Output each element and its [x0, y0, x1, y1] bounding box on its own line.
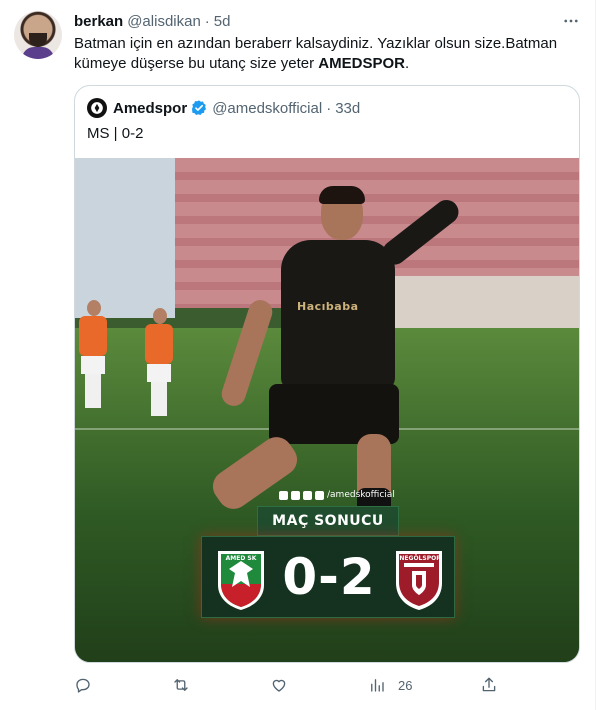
tweet-time[interactable]: 5d: [214, 13, 231, 30]
banner-title: MAÇ SONUCU: [257, 506, 399, 536]
inegolspor-crest-icon: İNEGÖLSPOR: [392, 547, 446, 611]
quote-author-handle[interactable]: @amedskofficial: [212, 100, 322, 117]
avatar-beard: [29, 33, 47, 47]
tweet-header: berkan @alisdikan · 5d: [74, 12, 230, 30]
player-jersey: [281, 240, 395, 390]
player-arm-left: [218, 296, 276, 410]
stadium-tunnel: [75, 158, 175, 318]
background-player: [145, 306, 173, 416]
quoted-tweet[interactable]: Amedspor @amedskofficial · 33d MS | 0-2: [74, 85, 580, 663]
share-button[interactable]: [480, 674, 498, 696]
quote-separator: ·: [326, 99, 332, 117]
socials-handle: /amedskofficial: [327, 490, 395, 500]
more-icon[interactable]: [561, 11, 581, 31]
background-player: [79, 298, 107, 408]
like-icon: [272, 679, 286, 692]
score-box: AMED SK 0-2 İNEGÖLSPOR: [201, 536, 455, 618]
match-result-banner: /amedskofficial MAÇ SONUCU AMED SK 0-2 İ…: [201, 488, 455, 628]
avatar-shirt: [22, 47, 54, 59]
quote-header: Amedspor @amedskofficial · 33d: [87, 98, 360, 118]
tweet-card[interactable]: berkan @alisdikan · 5d Batman için en az…: [0, 0, 596, 710]
player-hair: [319, 186, 365, 204]
views-count: 26: [398, 677, 413, 693]
tweet-actions: 26: [74, 674, 498, 696]
match-score: 0-2: [282, 548, 376, 606]
retweet-button[interactable]: [172, 674, 190, 696]
home-crest-label: AMED SK: [225, 555, 257, 562]
away-crest-label: İNEGÖLSPOR: [397, 555, 441, 562]
views-icon: [371, 679, 384, 692]
retweet-icon: [174, 679, 188, 691]
tweet-text: Batman için en azından beraberr kalsaydi…: [74, 34, 582, 74]
x-icon: [315, 490, 324, 500]
quote-author-name[interactable]: Amedspor: [113, 100, 187, 117]
tweet-text-mention: AMEDSPOR: [318, 55, 405, 72]
tweet-text-end: .: [404, 55, 410, 72]
share-icon: [482, 677, 496, 692]
quote-avatar[interactable]: [87, 98, 107, 118]
facebook-icon: [291, 490, 300, 500]
header-separator: ·: [204, 12, 210, 30]
reply-icon: [76, 678, 90, 693]
instagram-icon: [303, 490, 312, 500]
author-avatar[interactable]: [14, 11, 62, 59]
quote-media-image[interactable]: Hacıbaba /amedskofficial MAÇ SONUCU AMED…: [75, 158, 579, 662]
author-name[interactable]: berkan: [74, 13, 123, 30]
jersey-sponsor: Hacıbaba: [297, 300, 359, 313]
quote-time[interactable]: 33d: [335, 100, 360, 117]
author-handle[interactable]: @alisdikan: [127, 13, 201, 30]
like-button[interactable]: [270, 674, 288, 696]
views-button[interactable]: 26: [368, 674, 412, 696]
reply-button[interactable]: [74, 674, 92, 696]
social-handles: /amedskofficial: [279, 488, 395, 502]
verified-badge-icon: [190, 99, 208, 117]
tweet-text-main: Batman için en azından beraberr kalsaydi…: [74, 35, 558, 72]
quote-text: MS | 0-2: [87, 125, 144, 142]
youtube-icon: [279, 490, 288, 500]
amedspor-logo-icon: [91, 102, 103, 114]
amed-sk-crest-icon: AMED SK: [214, 547, 268, 611]
